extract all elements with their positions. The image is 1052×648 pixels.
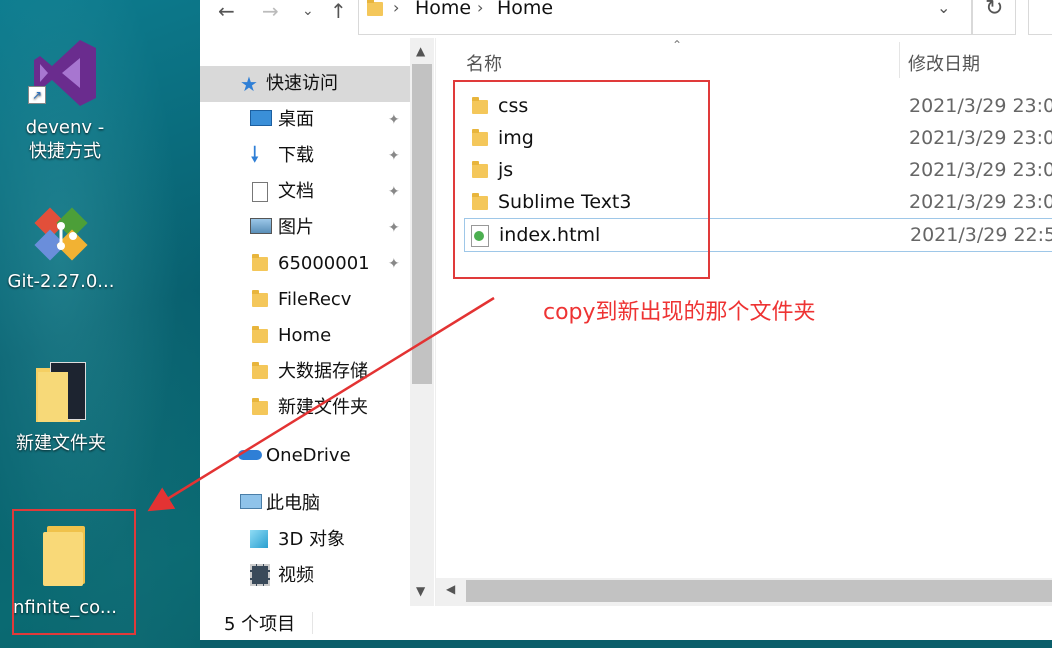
nav-item-downloads[interactable]: 🠗 下载 ✦ xyxy=(200,138,410,174)
search-input[interactable] xyxy=(1028,0,1052,35)
video-icon xyxy=(250,564,270,586)
nav-item-desktop[interactable]: 桌面 ✦ xyxy=(200,102,410,138)
desktop-icon-git[interactable]: Git-2.27.0... xyxy=(0,196,126,294)
nav-item-this-pc[interactable]: 此电脑 xyxy=(200,486,410,522)
address-box[interactable]: › Home › Home ⌄ xyxy=(358,0,972,35)
nav-item-label: 3D 对象 xyxy=(278,529,346,550)
desktop-icon-label: 新建文件夹 xyxy=(16,433,106,454)
pin-icon: ✦ xyxy=(388,220,400,236)
folder-icon xyxy=(252,290,268,307)
scroll-up-arrow-icon[interactable]: ▲ xyxy=(416,44,425,58)
nav-item-quick-access[interactable]: ★ 快速访问 xyxy=(200,66,410,102)
pin-icon: ✦ xyxy=(388,112,400,128)
computer-icon xyxy=(240,494,262,509)
status-bar: 5 个项目 xyxy=(200,606,1052,640)
folder-icon xyxy=(367,0,383,16)
document-icon xyxy=(252,182,268,202)
3d-objects-icon xyxy=(250,530,268,548)
nav-item-new-folder[interactable]: 新建文件夹 xyxy=(200,390,410,426)
desktop-target-highlight xyxy=(12,509,136,635)
column-header-modified[interactable]: 修改日期 xyxy=(908,50,980,76)
desktop-icon-label: Git-2.27.0... xyxy=(7,271,115,292)
nav-item-label: 新建文件夹 xyxy=(278,397,368,418)
pin-icon: ✦ xyxy=(388,184,400,200)
annotation-text: copy到新出现的那个文件夹 xyxy=(543,300,816,325)
address-dropdown-chevron-icon[interactable]: ⌄ xyxy=(937,0,950,20)
desktop-icon-devenv[interactable]: ↗ devenv - 快捷方式 xyxy=(0,36,130,164)
item-count: 5 个项目 xyxy=(224,614,296,635)
nav-item-pictures[interactable]: 图片 ✦ xyxy=(200,210,410,246)
shortcut-arrow-icon: ↗ xyxy=(28,86,46,104)
pin-icon: ✦ xyxy=(388,148,400,164)
file-modified: 2021/3/29 23:07 xyxy=(909,191,1052,213)
navigation-pane: ★ 快速访问 桌面 ✦ 🠗 下载 ✦ 文档 ✦ 图片 ✦ 65000001 ✦ xyxy=(200,38,435,606)
refresh-icon: ↻ xyxy=(985,0,1004,21)
column-divider[interactable] xyxy=(899,42,900,78)
git-icon xyxy=(34,207,88,261)
content-highlight-box xyxy=(453,80,710,279)
nav-item-home[interactable]: Home xyxy=(200,318,410,354)
scroll-left-arrow-icon[interactable]: ◀ xyxy=(446,582,455,596)
scroll-down-arrow-icon[interactable]: ▼ xyxy=(416,584,425,598)
breadcrumb-separator-icon: › xyxy=(393,0,400,17)
folder-icon xyxy=(252,398,268,415)
nav-item-label: 下载 xyxy=(278,145,314,166)
cloud-icon xyxy=(238,450,262,460)
nav-item-videos[interactable]: 视频 xyxy=(200,558,410,594)
file-modified: 2021/3/29 23:07 xyxy=(909,95,1052,117)
nav-item-label: 快速访问 xyxy=(266,73,338,94)
pin-icon: ✦ xyxy=(388,256,400,272)
folder-icon xyxy=(252,362,268,379)
file-modified: 2021/3/29 22:58 xyxy=(910,224,1052,246)
status-divider xyxy=(312,612,313,634)
pictures-icon xyxy=(250,218,272,234)
nav-item-label: 大数据存储 xyxy=(278,361,368,382)
nav-item-label: 此电脑 xyxy=(266,493,320,514)
desktop-icon xyxy=(250,110,272,126)
folder-icon xyxy=(252,254,268,271)
nav-item-label: FileRecv xyxy=(278,289,352,310)
horizontal-scrollbar-thumb[interactable] xyxy=(466,580,1052,602)
address-bar-area: ← → ⌄ ↑ › Home › Home ⌄ ↻ xyxy=(200,0,1052,38)
forward-arrow-icon[interactable]: → xyxy=(262,0,279,26)
window-bottom-edge xyxy=(200,640,1052,648)
nav-item-3d-objects[interactable]: 3D 对象 xyxy=(200,522,410,558)
file-modified: 2021/3/29 23:07 xyxy=(909,159,1052,181)
breadcrumb-home-2[interactable]: Home xyxy=(497,0,553,20)
sort-ascending-icon: ⌃ xyxy=(672,38,683,52)
nav-item-label: 视频 xyxy=(278,565,314,586)
recent-locations-chevron-icon[interactable]: ⌄ xyxy=(302,0,314,26)
desktop-icon-label: devenv - 快捷方式 xyxy=(25,117,105,162)
up-arrow-icon[interactable]: ↑ xyxy=(330,0,347,26)
nav-item-label: 图片 xyxy=(278,217,314,238)
desktop-icon-new-folder[interactable]: 新建文件夹 xyxy=(0,362,126,456)
nav-scrollbar-thumb[interactable] xyxy=(412,64,432,384)
folder-icon xyxy=(252,326,268,343)
nav-item-label: 文档 xyxy=(278,181,314,202)
column-header-name[interactable]: 名称 xyxy=(466,50,502,76)
nav-item-documents[interactable]: 文档 ✦ xyxy=(200,174,410,210)
star-icon: ★ xyxy=(240,72,258,96)
nav-item-label: 65000001 xyxy=(278,253,370,274)
nav-item-filerecv[interactable]: FileRecv xyxy=(200,282,410,318)
back-arrow-icon[interactable]: ← xyxy=(218,0,235,26)
breadcrumb-home-1[interactable]: Home xyxy=(415,0,471,20)
breadcrumb-separator-icon: › xyxy=(477,0,484,17)
nav-item-onedrive[interactable]: OneDrive xyxy=(200,438,410,474)
nav-item-65000001[interactable]: 65000001 ✦ xyxy=(200,246,410,282)
nav-item-big-data-storage[interactable]: 大数据存储 xyxy=(200,354,410,390)
nav-item-label: Home xyxy=(278,325,332,346)
folder-icon xyxy=(36,362,86,424)
refresh-button[interactable]: ↻ xyxy=(972,0,1016,35)
download-icon: 🠗 xyxy=(250,143,260,168)
nav-item-label: OneDrive xyxy=(266,445,351,466)
nav-item-label: 桌面 xyxy=(278,109,314,130)
file-modified: 2021/3/29 23:07 xyxy=(909,127,1052,149)
